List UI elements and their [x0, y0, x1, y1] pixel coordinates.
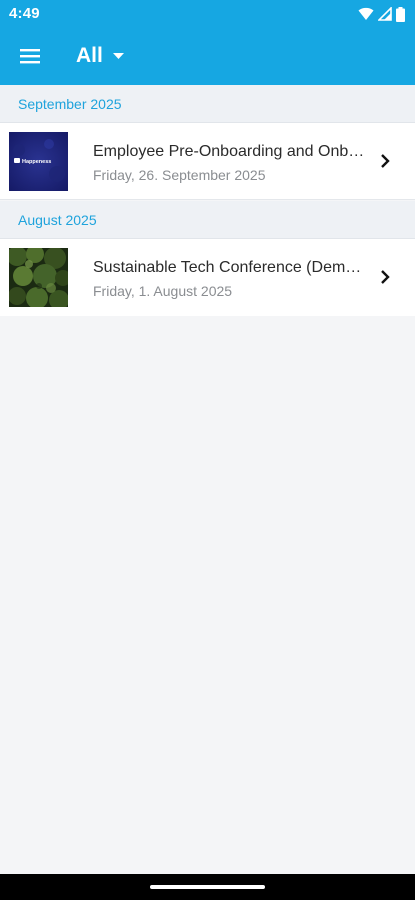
section-title: August 2025: [18, 212, 97, 228]
event-row[interactable]: Happeness Employee Pre-Onboarding and On…: [0, 123, 415, 200]
toolbar: All: [0, 28, 415, 85]
navigation-bar: [0, 874, 415, 900]
event-thumbnail: Happeness: [9, 132, 68, 191]
chevron-right-icon: [381, 154, 390, 168]
event-title: Sustainable Tech Conference (Dem…: [93, 259, 362, 276]
app-bar: 4:49 All: [0, 0, 415, 85]
svg-text:Happeness: Happeness: [22, 159, 51, 165]
event-title: Employee Pre-Onboarding and Onb…: [93, 143, 365, 160]
section-header: August 2025: [0, 201, 415, 239]
event-row[interactable]: Sustainable Tech Conference (Dem… Friday…: [0, 239, 415, 316]
status-time: 4:49: [9, 5, 40, 22]
event-thumbnail: [9, 248, 68, 307]
filter-label: All: [76, 44, 103, 67]
status-bar: 4:49: [0, 0, 415, 28]
wifi-icon: [358, 7, 374, 20]
status-icons: [358, 6, 405, 22]
menu-icon: [20, 49, 40, 64]
battery-icon: [396, 6, 405, 22]
event-date: Friday, 1. August 2025: [93, 283, 233, 299]
chevron-right-icon: [381, 270, 390, 284]
dropdown-arrow-icon: [112, 53, 124, 59]
section-title: September 2025: [18, 96, 122, 112]
event-date: Friday, 26. September 2025: [93, 167, 266, 183]
filter-dropdown[interactable]: All: [76, 40, 124, 72]
signal-icon: [378, 7, 392, 21]
home-gesture-handle[interactable]: [150, 885, 265, 889]
menu-button[interactable]: [10, 36, 50, 76]
section-header: September 2025: [0, 85, 415, 123]
